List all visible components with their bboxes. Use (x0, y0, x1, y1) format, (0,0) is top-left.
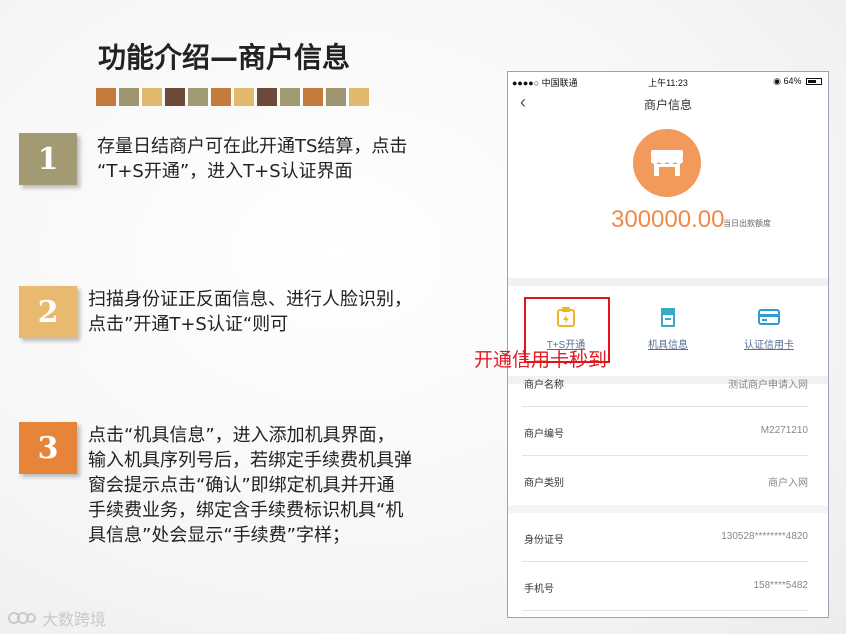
color-swatch (349, 88, 369, 106)
section-divider (508, 278, 828, 286)
annotation-callout: 开通信用卡秒到 (474, 349, 608, 371)
step-3-line: 具信息”处会显示“手续费”字样； (88, 525, 350, 546)
color-swatch (257, 88, 277, 106)
color-swatch (188, 88, 208, 106)
step-3-text: 点击“机具信息”，进入添加机具界面， 输入机具序列号后，若绑定手续费机具弹 窗会… (88, 423, 412, 548)
device-info-label: 机具信息 (648, 340, 688, 351)
info-value: 商户入网 (768, 478, 808, 489)
list-item: 商户类别 商户入网 (522, 456, 808, 505)
step-3-line: 手续费业务，绑定含手续费标识机具“机 (88, 500, 404, 521)
step-3-line: 输入机具序列号后，若绑定手续费机具弹 (88, 450, 412, 471)
info-value: 130528********4820 (721, 531, 808, 542)
battery-percent: 64% (783, 76, 802, 86)
alarm-icon: ◉ (773, 76, 781, 86)
step-3-line: 窗会提示点击“确认”即绑定机具并开通 (88, 475, 395, 496)
color-swatch (165, 88, 185, 106)
color-swatch (303, 88, 323, 106)
watermark-logo-icon (8, 612, 36, 624)
info-key: 手机号 (524, 584, 554, 595)
battery-status: ◉ 64% (773, 76, 822, 87)
step-1-text: 存量日结商户可在此开通TS结算，点击 “T+S开通”，进入T+S认证界面 (97, 134, 407, 184)
info-key: 商户编号 (524, 429, 564, 440)
color-swatch (211, 88, 231, 106)
step-1-line: 存量日结商户可在此开通TS结算，点击 (97, 136, 408, 157)
color-swatch-bar (96, 88, 369, 106)
info-key: 商户类别 (524, 478, 564, 489)
withdraw-amount: 300000.00 (611, 206, 725, 233)
step-2-text: 扫描身份证正反面信息、进行人脸识别， 点击”开通T+S认证“则可 (88, 287, 412, 337)
step-2-line: 扫描身份证正反面信息、进行人脸识别， (88, 289, 412, 310)
step-3-line: 点击“机具信息”，进入添加机具界面， (88, 425, 395, 446)
slide-title: 功能介绍—商户信息 (98, 41, 351, 74)
nav-bar: ‹ 商户信息 (508, 90, 828, 118)
color-swatch (280, 88, 300, 106)
device-info-button[interactable]: 机具信息 (628, 306, 708, 351)
step-3-number: 3 (37, 430, 59, 466)
credit-card-icon (758, 309, 780, 325)
color-swatch (234, 88, 254, 106)
watermark-text: 大数跨境 (42, 610, 107, 629)
list-item: 商户编号 M2271210 (522, 407, 808, 456)
step-3-badge: 3 (19, 422, 77, 474)
verify-credit-card-label: 认证信用卡 (744, 340, 794, 351)
battery-icon (806, 78, 822, 86)
device-icon (661, 308, 675, 327)
step-1-number: 1 (37, 141, 59, 177)
info-value: 158****5482 (753, 580, 809, 591)
verify-credit-card-button[interactable]: 认证信用卡 (729, 306, 809, 351)
info-key: 商户名称 (524, 380, 564, 391)
step-2-badge: 2 (19, 286, 77, 338)
info-value: M2271210 (760, 425, 808, 436)
store-icon (633, 129, 701, 197)
step-2-line: 点击”开通T+S认证“则可 (88, 314, 289, 335)
step-1-badge: 1 (19, 133, 77, 185)
list-item: 身份证号 130528********4820 (522, 513, 808, 562)
info-value: 测试商户申请入网 (728, 380, 808, 391)
info-key: 身份证号 (524, 535, 564, 546)
merchant-info-list: 商户名称 测试商户申请入网 商户编号 M2271210 商户类别 商户入网 身份… (508, 358, 828, 611)
nav-title: 商户信息 (643, 98, 692, 112)
list-item: 手机号 158****5482 (522, 562, 808, 611)
color-swatch (326, 88, 346, 106)
step-2-number: 2 (37, 294, 59, 330)
color-swatch (142, 88, 162, 106)
withdraw-amount-label: 当日出款额度 (723, 219, 771, 228)
color-swatch (96, 88, 116, 106)
color-swatch (119, 88, 139, 106)
merchant-hero: 300000.00 当日出款额度 (508, 118, 828, 278)
section-divider (508, 505, 828, 513)
status-bar: ●●●●○ 中国联通 上午11:23 ◉ 64% (508, 72, 828, 90)
watermark: 大数跨境 (8, 606, 106, 630)
step-1-line: “T+S开通”，进入T+S认证界面 (97, 161, 353, 182)
